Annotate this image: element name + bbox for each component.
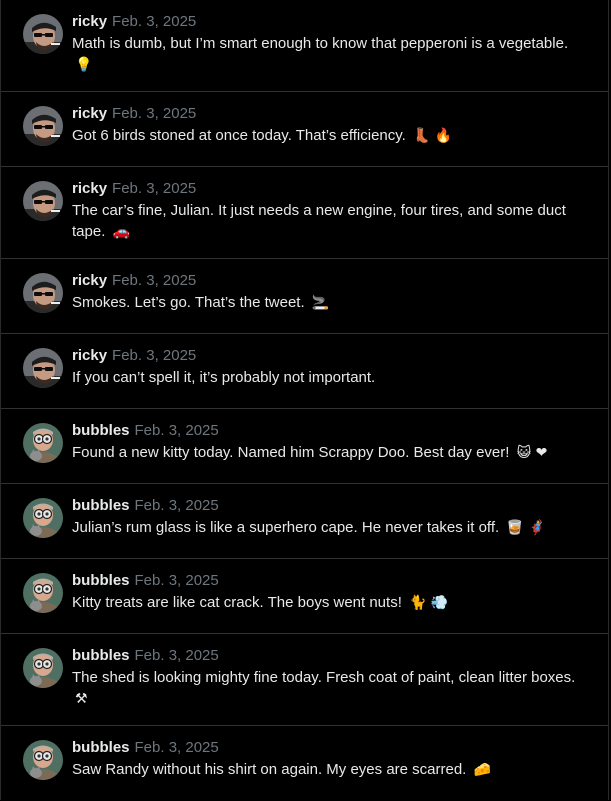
post-text: Kitty treats are like cat crack. The boy… — [72, 592, 588, 613]
post-item[interactable]: bubbles Feb. 3, 2025 The shed is looking … — [1, 634, 608, 726]
post-date: Feb. 3, 2025 — [134, 572, 219, 589]
lightbulb-emoji-icon: 💡 — [75, 57, 93, 73]
post-body: Kitty treats are like cat crack. The boy… — [72, 594, 402, 611]
bubbles-avatar[interactable] — [23, 573, 63, 613]
post-text: Got 6 birds stoned at once today. That’s… — [72, 125, 588, 146]
post-author[interactable]: bubbles — [72, 647, 130, 664]
cat-heart-emoji-icon: 😺 ❤ — [516, 445, 548, 461]
post-author[interactable]: bubbles — [72, 572, 130, 589]
bubbles-avatar[interactable] — [23, 423, 63, 463]
cat-dash-emoji-icon: 🐈 💨 — [409, 595, 449, 611]
post-date: Feb. 3, 2025 — [134, 497, 219, 514]
cheese-emoji-icon: 🧀 — [473, 762, 491, 778]
post-text: Saw Randy without his shirt on again. My… — [72, 759, 588, 780]
post-item[interactable]: ricky Feb. 3, 2025 Got 6 birds stoned at … — [1, 92, 608, 167]
post-feed: ricky Feb. 3, 2025 Math is dumb, but I’m … — [0, 0, 609, 800]
bubbles-avatar[interactable] — [23, 498, 63, 538]
cigarette-emoji-icon: 🚬 — [311, 295, 330, 311]
post-body: Got 6 birds stoned at once today. That’s… — [72, 127, 406, 144]
post-body: Math is dumb, but I’m smart enough to kn… — [72, 35, 569, 52]
post-author[interactable]: ricky — [72, 105, 107, 122]
post-text: Math is dumb, but I’m smart enough to kn… — [72, 33, 588, 75]
post-body: Saw Randy without his shirt on again. My… — [72, 761, 467, 778]
post-body: Smokes. Let’s go. That’s the tweet. — [72, 294, 305, 311]
post-body: Julian’s rum glass is like a superhero c… — [72, 519, 500, 536]
post-author[interactable]: ricky — [72, 180, 107, 197]
post-item[interactable]: ricky Feb. 3, 2025 The car’s fine, Julian… — [1, 167, 608, 259]
post-author[interactable]: ricky — [72, 13, 107, 30]
post-text: Julian’s rum glass is like a superhero c… — [72, 517, 588, 538]
post-text: The shed is looking mighty fine today. F… — [72, 667, 588, 709]
bubbles-avatar[interactable] — [23, 740, 63, 780]
post-date: Feb. 3, 2025 — [134, 739, 219, 756]
post-author[interactable]: ricky — [72, 272, 107, 289]
post-item[interactable]: bubbles Feb. 3, 2025 Found a new kitty to… — [1, 409, 608, 484]
post-author[interactable]: ricky — [72, 347, 107, 364]
ricky-avatar[interactable] — [23, 273, 63, 313]
post-item[interactable]: ricky Feb. 3, 2025 Smokes. Let’s go. That… — [1, 259, 608, 334]
post-author[interactable]: bubbles — [72, 422, 130, 439]
post-text: Found a new kitty today. Named him Scrap… — [72, 442, 588, 463]
post-item[interactable]: ricky Feb. 3, 2025 Math is dumb, but I’m … — [1, 0, 608, 92]
ricky-avatar[interactable] — [23, 106, 63, 146]
post-item[interactable]: bubbles Feb. 3, 2025 Julian’s rum glass i… — [1, 484, 608, 559]
post-date: Feb. 3, 2025 — [112, 272, 197, 289]
post-body: The shed is looking mighty fine today. F… — [72, 669, 576, 686]
ricky-avatar[interactable] — [23, 181, 63, 221]
post-text: Smokes. Let’s go. That’s the tweet. 🚬 — [72, 292, 588, 313]
bubbles-avatar[interactable] — [23, 648, 63, 688]
glass-superhero-emoji-icon: 🥃 🦸 — [506, 520, 546, 536]
car-emoji-icon: 🚗 — [112, 224, 130, 240]
post-date: Feb. 3, 2025 — [134, 422, 219, 439]
post-item[interactable]: ricky Feb. 3, 2025 If you can’t spell it,… — [1, 334, 608, 409]
post-date: Feb. 3, 2025 — [112, 180, 197, 197]
ricky-avatar[interactable] — [23, 348, 63, 388]
post-date: Feb. 3, 2025 — [112, 13, 197, 30]
post-date: Feb. 3, 2025 — [134, 647, 219, 664]
post-author[interactable]: bubbles — [72, 497, 130, 514]
post-body: Found a new kitty today. Named him Scrap… — [72, 444, 510, 461]
post-body: If you can’t spell it, it’s probably not… — [72, 369, 376, 386]
post-text: If you can’t spell it, it’s probably not… — [72, 367, 588, 388]
boot-fire-emoji-icon: 👢 🔥 — [412, 128, 453, 144]
post-text: The car’s fine, Julian. It just needs a … — [72, 200, 588, 242]
post-author[interactable]: bubbles — [72, 739, 130, 756]
post-item[interactable]: bubbles Feb. 3, 2025 Kitty treats are lik… — [1, 559, 608, 634]
post-item[interactable]: bubbles Feb. 3, 2025 Saw Randy without hi… — [1, 726, 608, 801]
ricky-avatar[interactable] — [23, 14, 63, 54]
post-date: Feb. 3, 2025 — [112, 105, 197, 122]
tools-emoji-icon: ⚒ — [75, 691, 88, 707]
post-date: Feb. 3, 2025 — [112, 347, 197, 364]
post-body: The car’s fine, Julian. It just needs a … — [72, 202, 566, 240]
